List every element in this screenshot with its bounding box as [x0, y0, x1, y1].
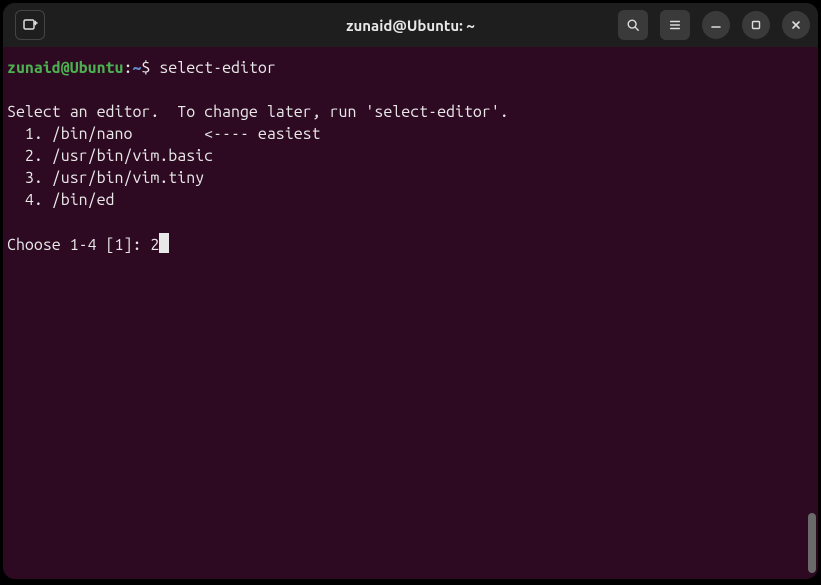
choose-prompt: Choose 1-4 [1]: — [7, 236, 150, 254]
editor-option: 3. /usr/bin/vim.tiny — [7, 167, 814, 189]
editor-option: 1. /bin/nano <---- easiest — [7, 123, 814, 145]
command-text: select-editor — [159, 59, 275, 77]
new-tab-icon — [22, 17, 38, 33]
terminal-window: zunaid@Ubuntu: ~ — [3, 3, 818, 579]
search-icon — [626, 18, 640, 32]
prompt-dollar: $ — [141, 59, 159, 77]
close-button[interactable] — [782, 11, 810, 39]
close-icon — [790, 19, 802, 31]
output-header: Select an editor. To change later, run '… — [7, 101, 814, 123]
minimize-button[interactable] — [702, 11, 730, 39]
new-tab-button[interactable] — [15, 10, 45, 40]
maximize-button[interactable] — [742, 11, 770, 39]
menu-button[interactable] — [660, 10, 690, 40]
blank-line — [7, 211, 814, 233]
titlebar: zunaid@Ubuntu: ~ — [3, 3, 818, 47]
prompt-user-host: zunaid@Ubuntu — [7, 59, 123, 77]
prompt-line: zunaid@Ubuntu:~$ select-editor — [7, 57, 814, 79]
terminal-output[interactable]: zunaid@Ubuntu:~$ select-editor Select an… — [3, 47, 818, 579]
hamburger-icon — [668, 18, 682, 32]
user-input: 2 — [150, 236, 159, 254]
scrollbar-thumb[interactable] — [808, 513, 816, 573]
minimize-icon — [710, 19, 722, 31]
search-button[interactable] — [618, 10, 648, 40]
editor-option: 2. /usr/bin/vim.basic — [7, 145, 814, 167]
choose-line: Choose 1-4 [1]: 2 — [7, 233, 814, 256]
window-title: zunaid@Ubuntu: ~ — [346, 17, 475, 34]
window-controls — [618, 10, 810, 40]
maximize-icon — [750, 19, 762, 31]
cursor — [159, 233, 169, 253]
editor-option: 4. /bin/ed — [7, 189, 814, 211]
blank-line — [7, 79, 814, 101]
